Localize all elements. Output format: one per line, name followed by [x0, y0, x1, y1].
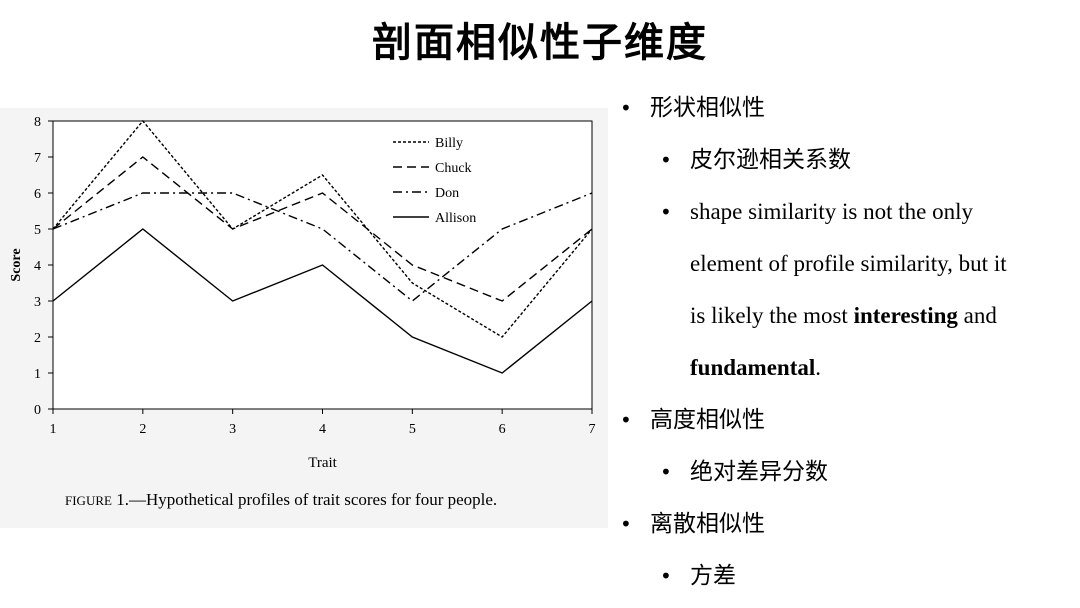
- y-tick-label: 7: [34, 151, 41, 166]
- caption-lead: Figure: [65, 493, 112, 508]
- shape-note-emphasis-interesting: interesting: [853, 303, 958, 328]
- y-tick-label: 6: [34, 187, 41, 202]
- shape-note-continuation: is likely the most interesting and: [615, 290, 1075, 342]
- bullet-dot-icon: •: [620, 96, 632, 120]
- bullet-text: 方差: [690, 563, 736, 589]
- x-tick-label: 2: [139, 422, 146, 437]
- x-tick-label: 4: [319, 422, 326, 437]
- x-tick-label: 7: [589, 422, 596, 437]
- bullet-dot-icon: •: [660, 200, 672, 224]
- bullet-elevation-similarity: • 高度相似性: [615, 394, 1075, 446]
- legend-label-billy: Billy: [435, 136, 463, 151]
- bullet-dot-icon: •: [660, 460, 672, 484]
- shape-note-emphasis-fundamental: fundamental: [690, 355, 816, 380]
- x-tick-label: 1: [50, 422, 57, 437]
- x-tick-label: 3: [229, 422, 236, 437]
- bullet-text: 绝对差异分数: [690, 459, 828, 485]
- bullet-pearson: • 皮尔逊相关系数: [615, 134, 1075, 186]
- bullet-scatter-similarity: • 离散相似性: [615, 498, 1075, 550]
- shape-note-continuation: fundamental.: [615, 342, 1075, 394]
- shape-note-line-1: shape similarity is not the only: [690, 199, 973, 224]
- caption-text: 1.—Hypothetical profiles of trait scores…: [111, 490, 498, 509]
- y-tick-label: 0: [34, 403, 41, 418]
- bullet-shape-note: • shape similarity is not the only: [615, 186, 1075, 238]
- figure-panel: 0 1 2 3 4 5 6 7 8 1 2 3 4 5 6 7 Trait Score Billy Chuck Don A…: [0, 108, 608, 528]
- shape-note-continuation: element of profile similarity, but it: [615, 238, 1075, 290]
- y-tick-label: 4: [34, 259, 41, 274]
- bullet-dot-icon: •: [660, 148, 672, 172]
- bullet-text: 离散相似性: [650, 511, 765, 537]
- bullet-dot-icon: •: [660, 564, 672, 588]
- line-chart: 0123456781 2 3 4 5 6 7TraitScoreBillyChuckDonA…: [9, 115, 596, 471]
- slide-title: 剖面相似性子维度: [372, 20, 708, 66]
- x-tick-label: 5: [409, 422, 416, 437]
- bullet-list: • 形状相似性 • 皮尔逊相关系数 • shape similarity is …: [615, 82, 1075, 602]
- y-tick-label: 2: [34, 331, 41, 346]
- shape-note-line-3: is likely the most interesting and: [690, 290, 997, 342]
- bullet-absolute-difference: • 绝对差异分数: [615, 446, 1075, 498]
- bullet-dot-icon: •: [620, 408, 632, 432]
- legend-label-allison: Allison: [435, 211, 476, 226]
- shape-note-line-3-post: and: [957, 303, 997, 328]
- x-tick-label: 6: [499, 422, 506, 437]
- shape-note-line-4-post: .: [815, 355, 821, 380]
- y-axis-label: Score: [9, 248, 24, 281]
- legend-label-don: Don: [435, 186, 459, 201]
- y-tick-label: 1: [34, 367, 41, 382]
- y-tick-label: 5: [34, 223, 41, 238]
- x-axis-label: Trait: [308, 455, 337, 471]
- bullet-dot-icon: •: [620, 512, 632, 536]
- bullet-text: 形状相似性: [650, 95, 765, 121]
- legend-label-chuck: Chuck: [435, 161, 472, 176]
- bullet-variance: • 方差: [615, 550, 1075, 602]
- shape-note-line-2: element of profile similarity, but it: [690, 251, 1007, 276]
- y-tick-label: 3: [34, 295, 41, 310]
- bullet-shape-similarity: • 形状相似性: [615, 82, 1075, 134]
- bullet-text: 皮尔逊相关系数: [690, 147, 851, 173]
- bullet-text: 高度相似性: [650, 407, 765, 433]
- figure-caption: Figure 1.—Hypothetical profiles of trait…: [65, 490, 497, 510]
- y-tick-label: 8: [34, 115, 41, 130]
- shape-note-line-4: fundamental.: [690, 342, 821, 394]
- shape-note-line-3-pre: is likely the most: [690, 303, 854, 328]
